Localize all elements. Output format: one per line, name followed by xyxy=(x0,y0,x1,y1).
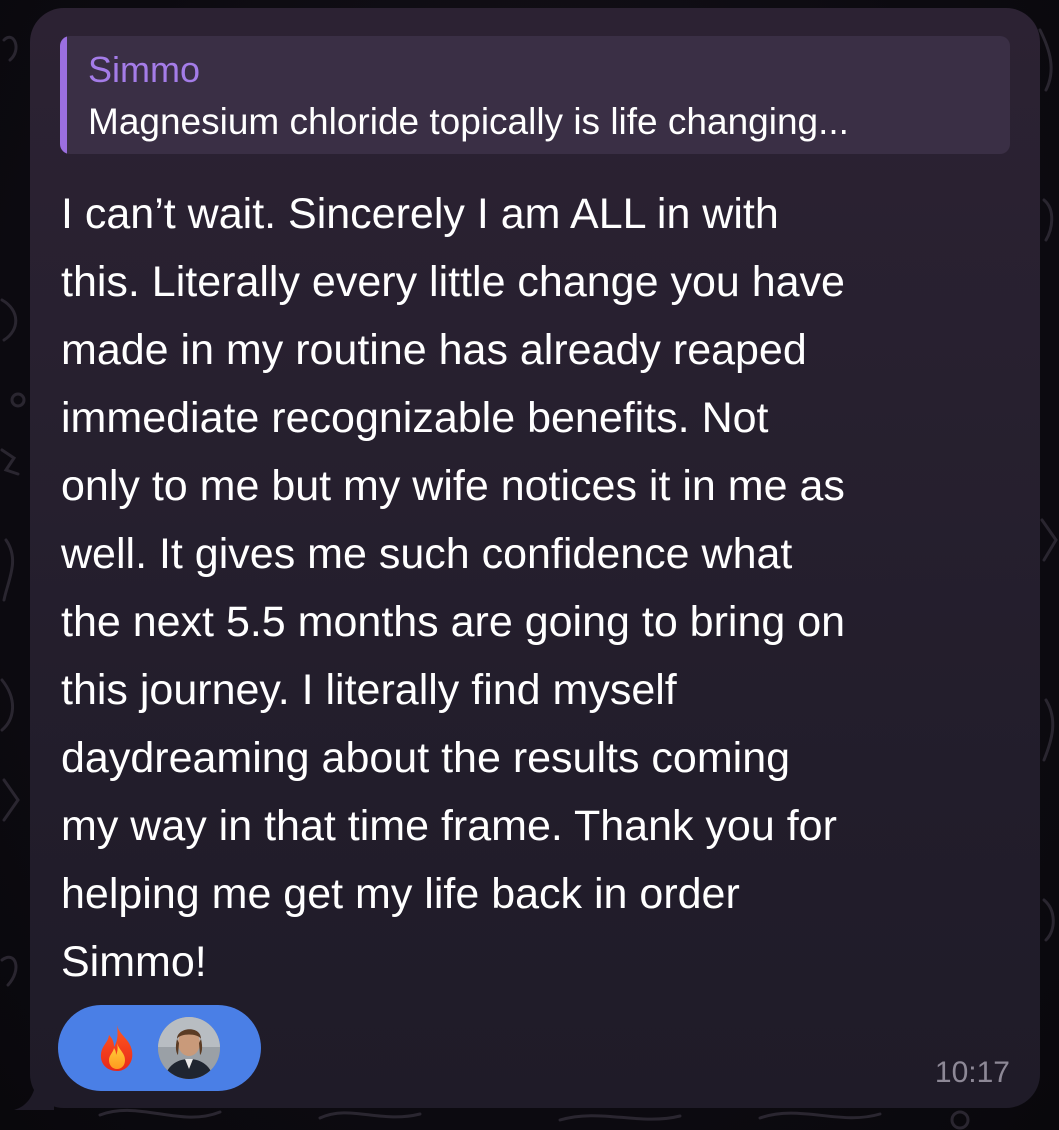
reply-accent-bar xyxy=(60,36,67,154)
message-line: immediate recognizable benefits. Not xyxy=(61,394,769,442)
reply-preview[interactable]: Simmo Magnesium chloride topically is li… xyxy=(60,36,1010,154)
chat-background: Simmo Magnesium chloride topically is li… xyxy=(0,0,1059,1130)
reply-preview-text: Magnesium chloride topically is life cha… xyxy=(88,101,849,142)
message-line: Simmo! xyxy=(61,938,207,986)
message-line: helping me get my life back in order xyxy=(61,870,740,918)
message-line: my way in that time frame. Thank you for xyxy=(61,802,837,850)
message-line: this journey. I literally find myself xyxy=(61,666,677,714)
avatar[interactable] xyxy=(158,1017,220,1079)
message-text: I can’t wait. Sincerely I am ALL in with… xyxy=(61,180,1021,996)
fire-icon[interactable] xyxy=(92,1023,142,1073)
message-line: made in my routine has already reaped xyxy=(61,326,807,374)
reply-author: Simmo xyxy=(88,49,201,90)
message-timestamp: 10:17 xyxy=(934,1056,1010,1089)
message-line: well. It gives me such confidence what xyxy=(61,530,793,578)
message-line: the next 5.5 months are going to bring o… xyxy=(61,598,846,646)
reactor-avatar-image xyxy=(158,1017,220,1079)
reaction-pill[interactable] xyxy=(58,1005,261,1091)
message-line: only to me but my wife notices it in me … xyxy=(61,462,845,510)
message-line: this. Literally every little change you … xyxy=(61,258,845,306)
message-line: I can’t wait. Sincerely I am ALL in with xyxy=(61,190,779,238)
message-line: daydreaming about the results coming xyxy=(61,734,791,782)
message-bubble[interactable]: Simmo Magnesium chloride topically is li… xyxy=(30,8,1040,1108)
